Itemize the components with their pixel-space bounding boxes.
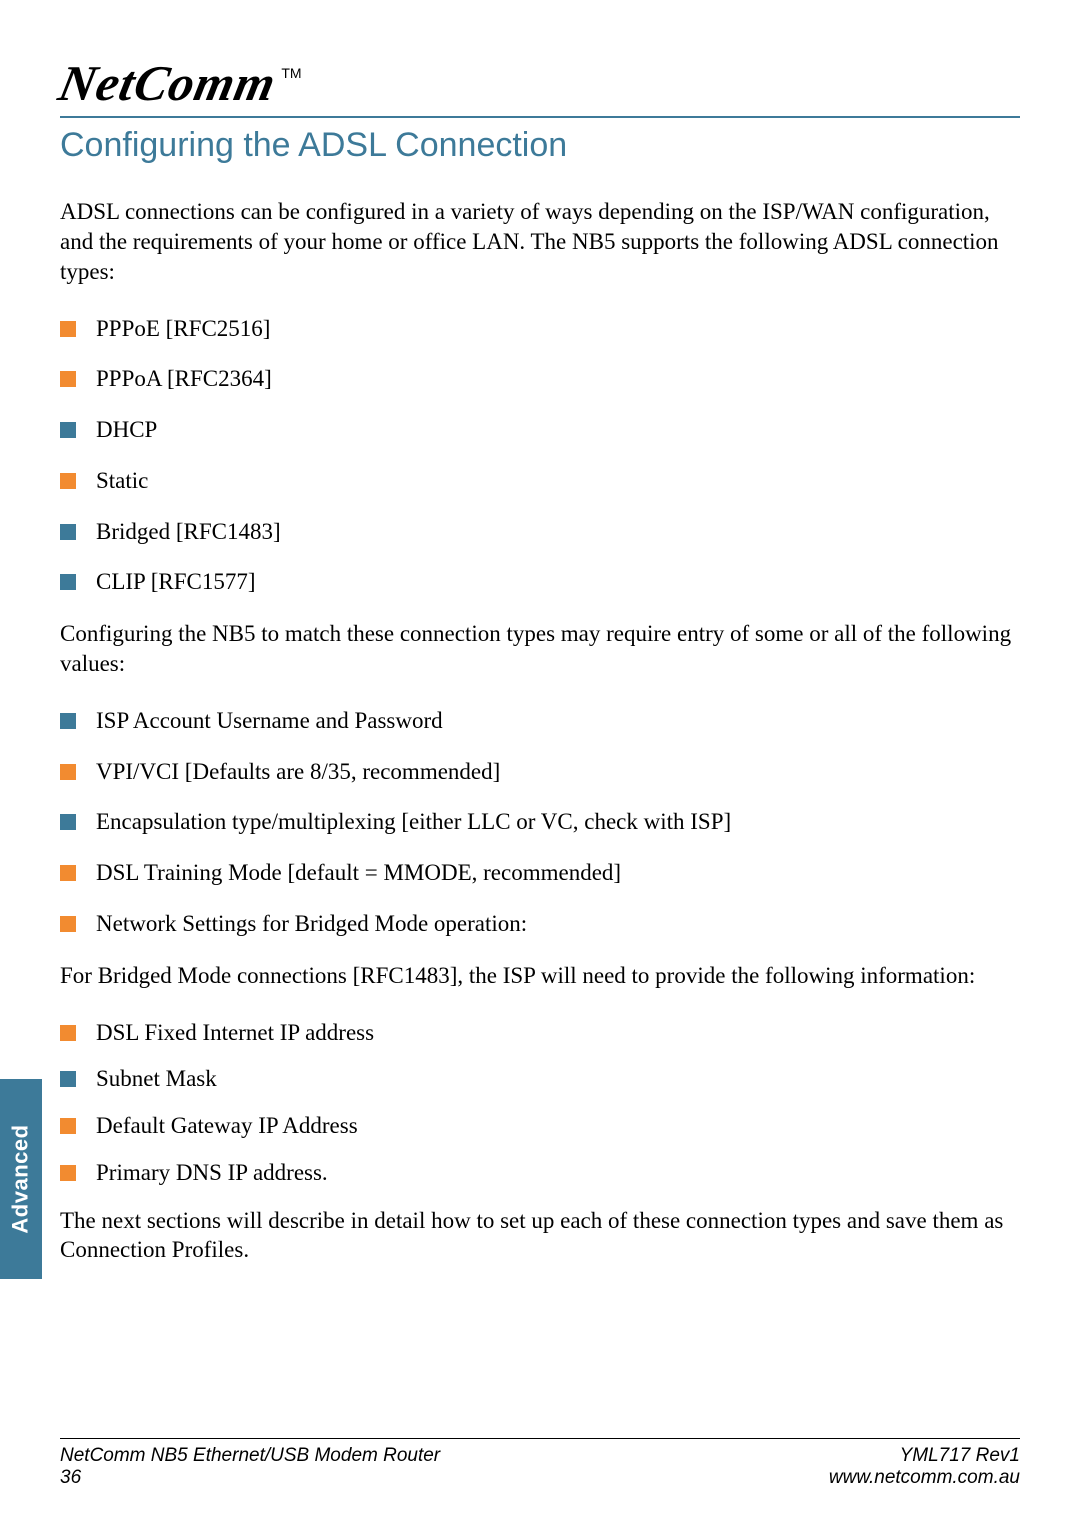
list-item: Bridged [RFC1483] <box>60 518 1020 547</box>
list-item-label: Encapsulation type/multiplexing [either … <box>96 808 731 837</box>
outro-paragraph: The next sections will describe in detai… <box>60 1206 1020 1266</box>
list-item: PPPoE [RFC2516] <box>60 315 1020 344</box>
list-item: Subnet Mask <box>60 1065 1020 1094</box>
list-item-label: Network Settings for Bridged Mode operat… <box>96 910 527 939</box>
brand-wordmark: NetComm <box>54 54 282 112</box>
bullet-icon <box>60 371 76 387</box>
bridge-intro-paragraph: For Bridged Mode connections [RFC1483], … <box>60 961 1020 991</box>
list-item: Static <box>60 467 1020 496</box>
list-item-label: DSL Training Mode [default = MMODE, reco… <box>96 859 621 888</box>
bullet-icon <box>60 865 76 881</box>
list-item: DSL Training Mode [default = MMODE, reco… <box>60 859 1020 888</box>
list-item: Network Settings for Bridged Mode operat… <box>60 910 1020 939</box>
footer-row: NetComm NB5 Ethernet/USB Modem Router 36… <box>60 1445 1020 1489</box>
bridge-values-list: DSL Fixed Internet IP address Subnet Mas… <box>60 1019 1020 1188</box>
bullet-icon <box>60 916 76 932</box>
footer-revision: YML717 Rev1 <box>829 1445 1020 1467</box>
bullet-icon <box>60 1118 76 1134</box>
bullet-icon <box>60 1071 76 1087</box>
list-item-label: Bridged [RFC1483] <box>96 518 281 547</box>
list-item-label: Subnet Mask <box>96 1065 217 1094</box>
list-item-label: Static <box>96 467 148 496</box>
bullet-icon <box>60 524 76 540</box>
bullet-icon <box>60 473 76 489</box>
footer-page-number: 36 <box>60 1467 440 1489</box>
connection-types-list: PPPoE [RFC2516] PPPoA [RFC2364] DHCP Sta… <box>60 315 1020 598</box>
list-item: DSL Fixed Internet IP address <box>60 1019 1020 1048</box>
list-item-label: PPPoA [RFC2364] <box>96 365 272 394</box>
list-item-label: DHCP <box>96 416 157 445</box>
brand-logo: NetComm TM <box>60 54 1020 112</box>
list-item: Encapsulation type/multiplexing [either … <box>60 808 1020 837</box>
trademark-symbol: TM <box>281 65 301 81</box>
footer-right: YML717 Rev1 www.netcomm.com.au <box>829 1445 1020 1489</box>
list-item: CLIP [RFC1577] <box>60 568 1020 597</box>
bullet-icon <box>60 574 76 590</box>
bullet-icon <box>60 422 76 438</box>
list-item: Primary DNS IP address. <box>60 1159 1020 1188</box>
section-tab-label: Advanced <box>8 1124 34 1233</box>
list-item-label: PPPoE [RFC2516] <box>96 315 270 344</box>
intro-paragraph: ADSL connections can be configured in a … <box>60 197 1020 287</box>
list-item-label: Primary DNS IP address. <box>96 1159 328 1188</box>
list-item-label: DSL Fixed Internet IP address <box>96 1019 374 1048</box>
footer-url: www.netcomm.com.au <box>829 1467 1020 1489</box>
bullet-icon <box>60 1165 76 1181</box>
bullet-icon <box>60 321 76 337</box>
bullet-icon <box>60 713 76 729</box>
list-item: PPPoA [RFC2364] <box>60 365 1020 394</box>
bullet-icon <box>60 1025 76 1041</box>
footer-divider <box>60 1438 1020 1439</box>
bullet-icon <box>60 764 76 780</box>
list-item-label: CLIP [RFC1577] <box>96 568 256 597</box>
list-item-label: VPI/VCI [Defaults are 8/35, recommended] <box>96 758 500 787</box>
list-item: DHCP <box>60 416 1020 445</box>
page-footer: NetComm NB5 Ethernet/USB Modem Router 36… <box>60 1438 1020 1489</box>
list-item: VPI/VCI [Defaults are 8/35, recommended] <box>60 758 1020 787</box>
list-item-label: Default Gateway IP Address <box>96 1112 358 1141</box>
bullet-icon <box>60 814 76 830</box>
footer-left: NetComm NB5 Ethernet/USB Modem Router 36 <box>60 1445 440 1489</box>
section-tab-advanced: Advanced <box>0 1079 42 1279</box>
list-item: ISP Account Username and Password <box>60 707 1020 736</box>
values-intro-paragraph: Configuring the NB5 to match these conne… <box>60 619 1020 679</box>
page: NetComm TM Configuring the ADSL Connecti… <box>0 0 1080 1529</box>
required-values-list: ISP Account Username and Password VPI/VC… <box>60 707 1020 939</box>
list-item: Default Gateway IP Address <box>60 1112 1020 1141</box>
section-heading: Configuring the ADSL Connection <box>60 126 1020 165</box>
footer-product: NetComm NB5 Ethernet/USB Modem Router <box>60 1445 440 1467</box>
list-item-label: ISP Account Username and Password <box>96 707 443 736</box>
header-divider <box>60 116 1020 118</box>
